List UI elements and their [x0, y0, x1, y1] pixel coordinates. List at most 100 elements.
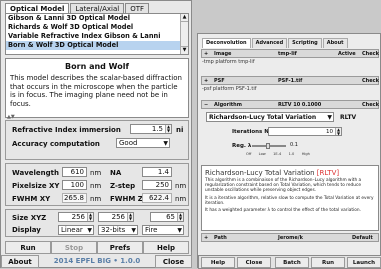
reg-slider[interactable]: [252, 143, 286, 149]
spinner-icon[interactable]: ▲ ▼: [87, 213, 93, 221]
algorithm-value: RLTV 10 0.1000: [278, 102, 322, 108]
expand-icon[interactable]: +: [204, 77, 208, 85]
parameters-panel: Refractive Index immersion 1.5 ▲ ▼ ni Acc…: [5, 120, 189, 160]
display-lut-value: Fire: [145, 226, 158, 234]
zstep-unit: nm: [175, 182, 187, 190]
psf-check[interactable]: Check: [362, 77, 379, 85]
algorithm-desc-paragraph: This algorithm is a combinaison of the R…: [205, 178, 362, 194]
stop-button[interactable]: Stop: [51, 241, 97, 254]
wavelength-input[interactable]: 610: [62, 167, 87, 177]
tick-label: 1E-4: [273, 152, 282, 156]
tab-deconvolution[interactable]: Deconvolution: [202, 38, 251, 48]
algorithm-desc-paragraph: It has a weighted parameter λ to control…: [205, 208, 361, 214]
algorithm-select[interactable]: Richardson-Lucy Total Variation ▼: [206, 112, 334, 122]
ri-label: Refractive Index immersion: [12, 126, 121, 134]
psf-header[interactable]: + PSF PSF-1.tif Check: [201, 76, 379, 85]
algorithm-desc-text: This algorithm is a combinaison of the R…: [202, 177, 378, 214]
psf-label: PSF: [214, 78, 225, 84]
prefs-button[interactable]: Prefs: [97, 241, 143, 254]
tick-label: Low: [258, 152, 266, 156]
fwhmz-value: 622.4: [142, 193, 172, 203]
display-bits-value: 32-bits: [101, 226, 126, 234]
ri-unit: ni: [176, 126, 184, 134]
fwhmxy-value: 265.8: [62, 193, 87, 203]
pixelsize-input[interactable]: 100: [62, 180, 87, 190]
help-button[interactable]: Help: [201, 257, 235, 268]
size-z-value: 65: [166, 213, 175, 221]
list-item-selected[interactable]: Born & Wolf 3D Optical Model: [6, 41, 188, 50]
ri-input[interactable]: 1.5 ▲ ▼: [130, 124, 172, 134]
zstep-input[interactable]: 250: [142, 180, 172, 190]
algorithm-description: Richardson-Lucy Total Variation [RLTV] T…: [201, 165, 379, 231]
tick-label: 1.0: [288, 152, 295, 156]
algorithm-label: Algorithm: [214, 102, 242, 108]
deconvolution-window: Deconvolution Advanced Scripting About +…: [197, 33, 381, 269]
close-button[interactable]: Close: [155, 255, 192, 268]
bottom-buttons: Help Close Batch Run Launch: [198, 255, 381, 269]
chevron-down-icon: ▼: [87, 227, 92, 234]
image-value: tmp-lif: [278, 51, 297, 57]
zstep-label: Z-step: [110, 182, 136, 190]
list-item[interactable]: Richards & Wolf 3D Optical Model: [6, 23, 188, 32]
run-button[interactable]: Run: [311, 257, 345, 268]
display-scale-select[interactable]: Linear ▼: [58, 225, 94, 235]
list-item[interactable]: Variable Refractive Index Gibson & Lanni: [6, 32, 188, 41]
right-tabbar: Deconvolution Advanced Scripting About: [202, 38, 348, 48]
expand-icon[interactable]: +: [204, 234, 208, 242]
path-default[interactable]: Default: [352, 234, 373, 242]
image-label: Image: [214, 51, 232, 57]
output-panel: Size XYZ 256 ▲ ▼ 256 ▲ ▼ 65 ▲ ▼ Display Lin…: [5, 209, 189, 237]
collapse-icon[interactable]: −: [204, 101, 208, 109]
na-input[interactable]: 1.4: [142, 167, 172, 177]
ri-value: 1.5: [151, 125, 163, 133]
pixelsize-label: Pixelsize XY: [12, 182, 60, 190]
size-y-value: 256: [111, 213, 125, 221]
chevron-down-icon: ▼: [163, 140, 168, 147]
path-value: Jerome/k: [278, 235, 303, 241]
image-command: -tmp platform tmp-lif: [202, 59, 255, 65]
tab-about[interactable]: About: [322, 38, 348, 48]
image-active[interactable]: Active: [338, 50, 356, 58]
chevron-down-icon: ▼: [131, 227, 136, 234]
algorithm-check[interactable]: Check: [362, 101, 379, 109]
list-scrollbar[interactable]: ▲ ▼: [180, 14, 188, 54]
size-y-input[interactable]: 256 ▲ ▼: [98, 212, 134, 222]
scroll-up-icon[interactable]: ▲: [181, 14, 188, 22]
size-x-input[interactable]: 256 ▲ ▼: [58, 212, 94, 222]
chevron-down-icon: ▼: [177, 227, 182, 234]
description-title: Born and Wolf: [65, 62, 129, 71]
tab-scripting[interactable]: Scripting: [288, 38, 322, 48]
display-lut-select[interactable]: Fire ▼: [142, 225, 184, 235]
about-button[interactable]: About: [1, 255, 39, 268]
run-button[interactable]: Run: [5, 241, 51, 254]
fwhmz-unit: nm: [175, 195, 187, 203]
launch-button[interactable]: Launch: [347, 257, 381, 268]
optical-model-list: Gibson & Lanni 3D Optical Model Richards…: [5, 13, 189, 55]
path-header[interactable]: + Path Jerome/k Default: [201, 233, 379, 242]
size-z-input[interactable]: 65 ▲ ▼: [150, 212, 184, 222]
list-item[interactable]: Gibson & Lanni 3D Optical Model: [6, 14, 188, 23]
expand-icon[interactable]: +: [204, 50, 208, 58]
scroll-down-icon[interactable]: ▼: [181, 46, 188, 54]
algorithm-desc-paragraph: It is a iterative algorithm, relative sl…: [205, 195, 374, 206]
display-bits-select[interactable]: 32-bits ▼: [98, 225, 138, 235]
spinner-icon[interactable]: ▲ ▼: [177, 213, 183, 221]
algorithm-desc-title: Richardson-Lucy Total Variation: [205, 169, 315, 177]
help-button[interactable]: Help: [143, 241, 189, 254]
accuracy-select[interactable]: Good ▼: [116, 138, 170, 148]
spinner-icon[interactable]: ▲ ▼: [165, 125, 171, 133]
spinner-icon[interactable]: ▲ ▼: [335, 128, 341, 136]
batch-button[interactable]: Batch: [275, 257, 309, 268]
tab-advanced[interactable]: Advanced: [251, 38, 288, 48]
tick-label: High: [301, 152, 310, 156]
spinner-icon[interactable]: ▲ ▼: [127, 213, 133, 221]
algorithm-header[interactable]: − Algorithm RLTV 10 0.1000 Check: [201, 100, 379, 109]
fwhmxy-unit: nm: [90, 195, 102, 203]
close-button[interactable]: Close: [237, 257, 271, 268]
slider-thumb[interactable]: [266, 143, 270, 149]
reg-value: 0.1: [290, 142, 298, 148]
accuracy-value: Good: [119, 139, 138, 147]
image-check[interactable]: Check: [362, 50, 379, 58]
iterations-input[interactable]: 10 ▲ ▼: [268, 127, 342, 136]
image-header[interactable]: + Image tmp-lif Active Check: [201, 49, 379, 58]
